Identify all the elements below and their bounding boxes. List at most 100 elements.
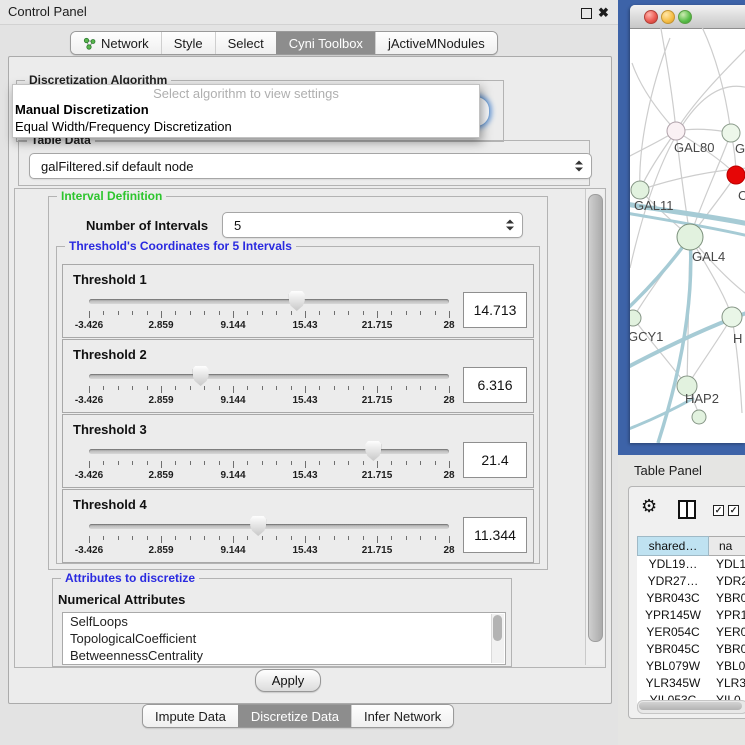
slider-tick bbox=[406, 311, 407, 315]
tab-style[interactable]: Style bbox=[161, 32, 215, 54]
apply-button[interactable]: Apply bbox=[255, 669, 321, 692]
slider-tick bbox=[204, 461, 205, 465]
zoom-traffic-light[interactable] bbox=[678, 10, 692, 24]
column-header-shared-name[interactable]: shared… bbox=[637, 536, 709, 556]
slider-track[interactable] bbox=[89, 524, 449, 529]
table-horizontal-scrollbar[interactable] bbox=[637, 700, 745, 714]
tab-cyni-toolbox[interactable]: Cyni Toolbox bbox=[276, 32, 375, 54]
select-checkbox-icon[interactable]: ✓ bbox=[713, 505, 724, 516]
numerical-attributes-list: SelfLoops TopologicalCoefficient Between… bbox=[62, 612, 506, 665]
threshold-2-value-field[interactable]: 6.316 bbox=[463, 367, 527, 403]
tab-network[interactable]: Network bbox=[71, 32, 161, 54]
column-layout-icon[interactable] bbox=[678, 500, 696, 519]
list-item-selfloops[interactable]: SelfLoops bbox=[63, 613, 505, 630]
node-unlabeled[interactable] bbox=[692, 410, 706, 424]
column-header-name[interactable]: na bbox=[709, 536, 745, 556]
slider-tick-label: -3.426 bbox=[75, 320, 103, 331]
cell: YBL0 bbox=[709, 658, 745, 675]
tab-label: Discretize Data bbox=[251, 709, 339, 724]
table-row[interactable]: YDR27…YDR2 bbox=[637, 573, 745, 590]
slider-handle[interactable] bbox=[193, 366, 209, 386]
slider-tick bbox=[204, 311, 205, 315]
settings-vertical-scrollbar[interactable] bbox=[585, 189, 604, 665]
node-gcy1[interactable] bbox=[630, 310, 641, 326]
popup-placeholder-item[interactable]: Select algorithm to view settings bbox=[13, 85, 479, 101]
node-gal4[interactable] bbox=[677, 224, 703, 250]
scrollbar-thumb[interactable] bbox=[493, 615, 502, 641]
cell: YLR3 bbox=[709, 675, 745, 692]
table-row[interactable]: YDL19…YDL1 bbox=[637, 556, 745, 573]
slider-tick-label: 28 bbox=[443, 320, 454, 331]
label-partial-right: C bbox=[738, 188, 745, 203]
slider-handle[interactable] bbox=[365, 441, 381, 461]
number-of-intervals-combobox[interactable]: 5 bbox=[222, 212, 523, 238]
node-gal11[interactable] bbox=[631, 181, 649, 199]
table-row[interactable]: YPR145WYPR1 bbox=[637, 607, 745, 624]
slider-tick bbox=[175, 536, 176, 540]
cell: YLR345W bbox=[637, 675, 709, 692]
threshold-4-slider[interactable]: -3.4262.8599.14415.4321.71528 bbox=[89, 516, 449, 560]
slider-tick bbox=[190, 461, 191, 465]
slider-tick bbox=[89, 311, 90, 318]
close-traffic-light[interactable] bbox=[644, 10, 658, 24]
popup-item-equal-width[interactable]: Equal Width/Frequency Discretization bbox=[13, 118, 479, 135]
table-panel-title: Table Panel bbox=[634, 463, 702, 478]
gear-icon[interactable]: ⚙ bbox=[641, 498, 657, 516]
tab-label: Style bbox=[174, 36, 203, 51]
tab-discretize-data[interactable]: Discretize Data bbox=[238, 705, 351, 727]
table-data-combobox[interactable]: galFiltered.sif default node bbox=[29, 153, 592, 179]
float-window-icon[interactable] bbox=[581, 8, 592, 19]
scrollbar-thumb[interactable] bbox=[588, 194, 603, 642]
table-row[interactable]: YLR345WYLR3 bbox=[637, 675, 745, 692]
node-gal80[interactable] bbox=[667, 122, 685, 140]
control-panel-window: Control Panel ✖ Network S bbox=[0, 0, 618, 745]
slider-tick bbox=[118, 311, 119, 315]
threshold-2-slider[interactable]: -3.4262.8599.14415.4321.71528 bbox=[89, 366, 449, 410]
list-item-topologicalcoefficient[interactable]: TopologicalCoefficient bbox=[63, 630, 505, 647]
network-canvas[interactable]: GAL80 GA C GAL11 GAL4 GCY1 H HAP2 bbox=[630, 28, 745, 443]
popup-item-manual-discretization[interactable]: Manual Discretization bbox=[13, 101, 479, 118]
tab-infer-network[interactable]: Infer Network bbox=[351, 705, 453, 727]
slider-tick bbox=[262, 536, 263, 540]
table-row[interactable]: YBR045CYBR0 bbox=[637, 641, 745, 658]
attributes-list-scrollbar[interactable] bbox=[491, 614, 504, 663]
slider-handle[interactable] bbox=[289, 291, 305, 311]
slider-tick bbox=[377, 461, 378, 468]
table-row[interactable]: YBR043CYBR0 bbox=[637, 590, 745, 607]
select-checkbox-icon[interactable]: ✓ bbox=[728, 505, 739, 516]
slider-tick bbox=[435, 536, 436, 540]
node-partial-h[interactable] bbox=[722, 307, 742, 327]
combo-spinner-icon bbox=[575, 161, 584, 172]
tab-label: Select bbox=[228, 36, 264, 51]
threshold-1-value-field[interactable]: 14.713 bbox=[463, 292, 527, 328]
cell: YDL19… bbox=[637, 556, 709, 573]
slider-tick bbox=[89, 386, 90, 393]
node-red-selected[interactable] bbox=[727, 166, 745, 184]
slider-handle[interactable] bbox=[250, 516, 266, 536]
tab-select[interactable]: Select bbox=[215, 32, 276, 54]
label-gal80: GAL80 bbox=[674, 140, 714, 155]
tab-label: Network bbox=[101, 36, 149, 51]
minimize-traffic-light[interactable] bbox=[661, 10, 675, 24]
threshold-3-slider[interactable]: -3.4262.8599.14415.4321.71528 bbox=[89, 441, 449, 485]
tab-label: Cyni Toolbox bbox=[289, 36, 363, 51]
scrollbar-thumb[interactable] bbox=[639, 702, 742, 710]
threshold-1-slider[interactable]: -3.4262.8599.14415.4321.71528 bbox=[89, 291, 449, 335]
close-icon[interactable]: ✖ bbox=[598, 5, 609, 21]
node-partial-top[interactable] bbox=[722, 124, 740, 142]
threshold-3-value-field[interactable]: 21.4 bbox=[463, 442, 527, 478]
tab-impute-data[interactable]: Impute Data bbox=[143, 705, 238, 727]
slider-ticks bbox=[89, 461, 449, 469]
tab-jactivemnodules[interactable]: jActiveMNodules bbox=[375, 32, 497, 54]
threshold-2-label: Threshold 2 bbox=[73, 347, 147, 362]
list-item-betweennesscentrality[interactable]: BetweennessCentrality bbox=[63, 647, 505, 664]
number-of-intervals-label: Number of Intervals bbox=[86, 218, 208, 233]
slider-track[interactable] bbox=[89, 299, 449, 304]
slider-tick bbox=[435, 311, 436, 315]
threshold-4-value-field[interactable]: 11.344 bbox=[463, 517, 527, 553]
slider-tick bbox=[276, 461, 277, 465]
table-row[interactable]: YER054CYER0 bbox=[637, 624, 745, 641]
table-row[interactable]: YBL079WYBL0 bbox=[637, 658, 745, 675]
slider-track[interactable] bbox=[89, 374, 449, 379]
slider-track[interactable] bbox=[89, 449, 449, 454]
